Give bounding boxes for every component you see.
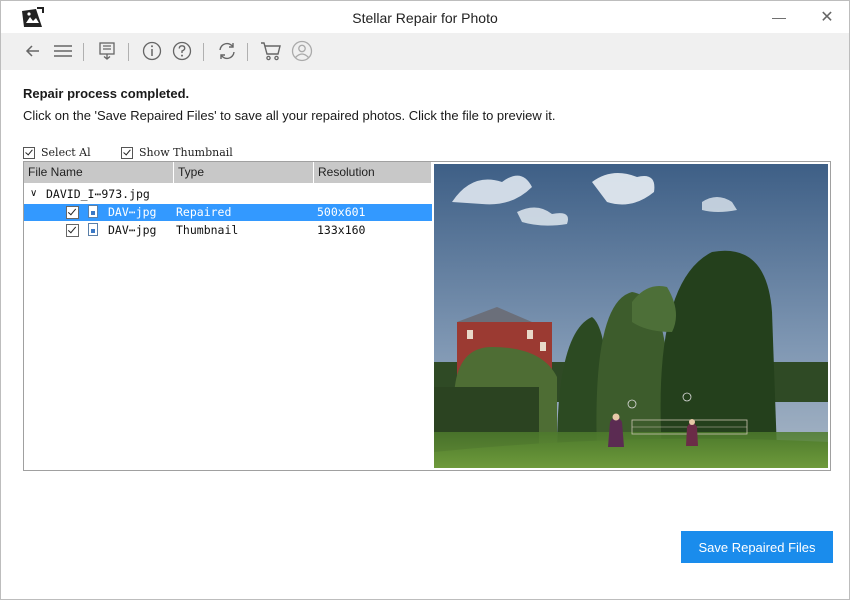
show-thumbnail-label: Show Thumbnail — [139, 146, 233, 159]
instruction-text: Click on the 'Save Repaired Files' to sa… — [23, 108, 556, 123]
image-file-icon — [88, 223, 98, 236]
back-arrow-icon — [25, 45, 39, 57]
help-icon — [172, 41, 192, 61]
row-checkbox[interactable] — [66, 206, 79, 219]
user-icon — [291, 40, 313, 62]
minimize-button[interactable]: — — [767, 5, 791, 29]
checkbox-checked-icon — [121, 146, 133, 159]
column-header-file-name[interactable]: File Name — [24, 162, 174, 183]
column-header-resolution[interactable]: Resolution — [314, 162, 432, 183]
close-button[interactable]: ✕ — [815, 5, 839, 29]
toolbar-divider — [247, 43, 248, 61]
window-title: Stellar Repair for Photo — [352, 10, 498, 26]
column-header-type[interactable]: Type — [174, 162, 314, 183]
table-header: File Name Type Resolution — [24, 162, 432, 183]
refresh-button[interactable] — [215, 39, 239, 63]
chevron-down-icon[interactable]: ∨ — [30, 188, 37, 199]
row-type: Repaired — [176, 205, 232, 219]
refresh-icon — [219, 42, 235, 60]
info-button[interactable] — [140, 39, 164, 63]
row-file-name: DAV⋯jpg — [108, 223, 157, 237]
toolbar-divider — [83, 43, 84, 61]
image-file-icon — [88, 205, 98, 218]
info-icon — [142, 41, 162, 61]
row-resolution: 500x601 — [317, 205, 366, 219]
cart-button[interactable] — [259, 39, 283, 63]
close-icon: ✕ — [820, 9, 834, 26]
status-heading: Repair process completed. — [23, 86, 190, 101]
title-bar: Stellar Repair for Photo — ✕ — [1, 1, 849, 33]
image-preview — [432, 161, 831, 471]
row-checkbox[interactable] — [66, 224, 79, 237]
menu-icon — [54, 45, 72, 57]
save-file-button[interactable] — [95, 39, 119, 63]
table-row[interactable]: DAV⋯jpg Repaired 500x601 — [24, 204, 432, 221]
back-button[interactable] — [21, 39, 45, 63]
minimize-icon: — — [772, 9, 786, 25]
show-thumbnail-checkbox[interactable]: Show Thumbnail — [121, 146, 233, 159]
tree-parent-row[interactable]: ∨ DAVID_I⋯973.jpg — [24, 186, 432, 203]
file-tree: File Name Type Resolution ∨ DAVID_I⋯973.… — [23, 161, 433, 471]
toolbar-divider — [203, 43, 204, 61]
parent-file-name: DAVID_I⋯973.jpg — [46, 187, 150, 201]
checkbox-checked-icon — [23, 146, 35, 159]
row-resolution: 133x160 — [317, 223, 366, 237]
table-row[interactable]: DAV⋯jpg Thumbnail 133x160 — [24, 222, 432, 239]
cart-icon — [261, 42, 281, 61]
row-type: Thumbnail — [176, 223, 239, 237]
save-file-icon — [99, 42, 115, 60]
preview-photo — [434, 164, 828, 468]
app-window: Stellar Repair for Photo — ✕ Repair proc… — [0, 0, 850, 600]
account-button[interactable] — [290, 39, 314, 63]
select-all-label: Select Al — [41, 146, 91, 159]
toolbar — [1, 33, 849, 70]
select-all-checkbox[interactable]: Select Al — [23, 146, 91, 159]
menu-button[interactable] — [51, 39, 75, 63]
help-button[interactable] — [170, 39, 194, 63]
toolbar-divider — [128, 43, 129, 61]
save-repaired-files-button[interactable]: Save Repaired Files — [681, 531, 833, 563]
row-file-name: DAV⋯jpg — [108, 205, 157, 219]
